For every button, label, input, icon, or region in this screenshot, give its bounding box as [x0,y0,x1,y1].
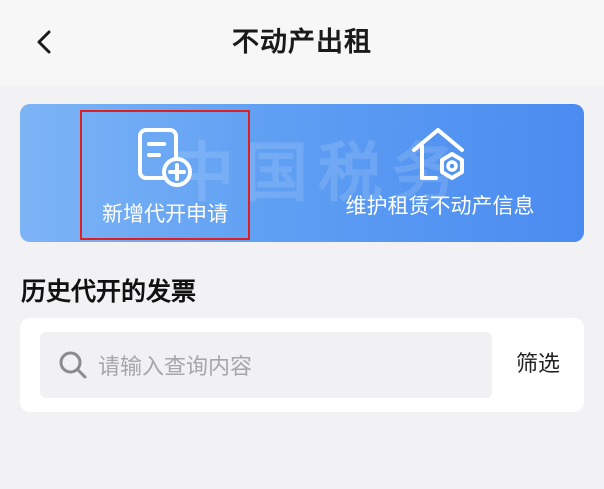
action-banner: 中国税务 新增代开申请 维护租赁不动产信息 [20,104,584,242]
search-placeholder: 请输入查询内容 [98,355,253,380]
chevron-left-icon [37,30,51,54]
search-card: 请输入查询内容 筛选 [20,318,584,412]
new-invoice-application-button[interactable]: 新增代开申请 [80,110,250,240]
maintain-lease-property-label: 维护租赁不动产信息 [345,194,535,218]
document-add-icon [138,128,192,187]
header: 不动产出租 [0,0,604,86]
back-button[interactable] [24,22,64,62]
maintain-lease-property-button[interactable]: 维护租赁不动产信息 [320,104,560,242]
search-input[interactable]: 请输入查询内容 [40,332,492,398]
new-invoice-application-label: 新增代开申请 [102,202,228,226]
page-title: 不动产出租 [232,27,372,58]
search-icon [59,351,87,379]
history-section-title: 历史代开的发票 [21,277,197,306]
house-gear-icon [412,128,464,180]
filter-button[interactable]: 筛选 [508,332,568,398]
